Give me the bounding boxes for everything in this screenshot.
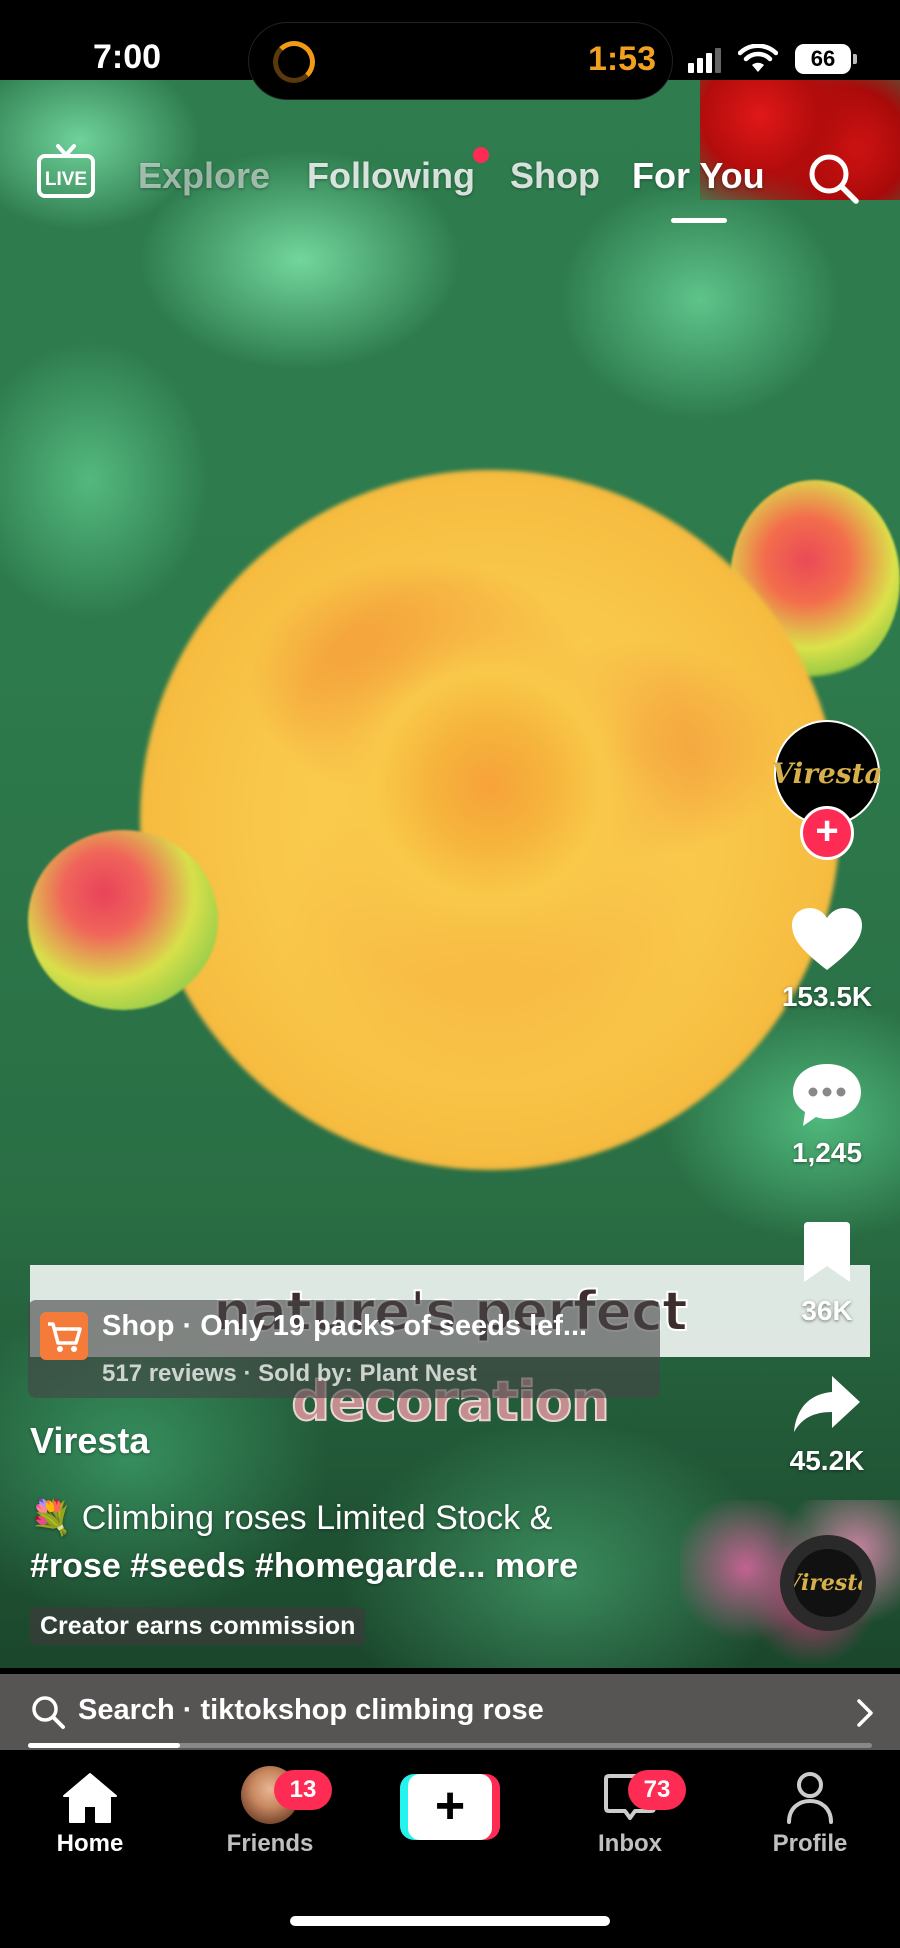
yellow-rose [140, 470, 840, 1170]
like-button[interactable]: 153.5K [760, 906, 894, 1013]
cellular-signal-icon [688, 48, 724, 73]
shopping-cart-icon [40, 1312, 88, 1360]
creator-commission-badge: Creator earns commission [30, 1607, 366, 1645]
friends-badge: 13 [274, 1770, 332, 1810]
timer-value: 1:53 [587, 40, 656, 78]
following-notification-dot [473, 147, 489, 163]
comment-button[interactable]: 1,245 [760, 1062, 894, 1169]
tab-explore[interactable]: Explore [138, 155, 270, 197]
create-button[interactable]: + [400, 1774, 500, 1840]
live-icon[interactable]: LIVE [36, 144, 96, 200]
music-disc[interactable]: Viresta [780, 1535, 876, 1631]
comment-icon [793, 1064, 861, 1126]
status-time: 7:00 [93, 38, 162, 76]
post-description[interactable]: 💐 Climbing roses Limited Stock & #rose #… [30, 1494, 730, 1590]
description-text: Climbing roses Limited Stock & [81, 1499, 553, 1537]
profile-icon [787, 1772, 833, 1824]
hashtags[interactable]: #rose #seeds #homegarde... [30, 1547, 485, 1585]
video-progress-fill [28, 1743, 180, 1748]
nav-home-label: Home [56, 1830, 124, 1857]
wifi-icon [738, 44, 778, 72]
dynamic-island[interactable]: 1:53 [248, 22, 673, 100]
live-label: LIVE [45, 169, 87, 190]
heart-icon [792, 908, 862, 970]
bookmark-icon [804, 1222, 850, 1282]
save-count: 36K [801, 1295, 853, 1326]
save-button[interactable]: 36K [760, 1220, 894, 1327]
rose-bud-left [28, 830, 218, 1010]
related-search-label: Search · tiktokshop climbing rose [78, 1694, 544, 1726]
nav-inbox[interactable]: Inbox 73 [560, 1766, 700, 1858]
nav-friends[interactable]: Friends 13 [200, 1766, 340, 1858]
tab-following[interactable]: Following [307, 155, 475, 197]
more-link[interactable]: more [495, 1547, 578, 1585]
music-disc-label: Viresta [784, 1570, 872, 1596]
nav-profile[interactable]: Profile [740, 1766, 880, 1858]
nav-home[interactable]: Home [20, 1766, 160, 1858]
share-button[interactable]: 45.2K [760, 1374, 894, 1477]
bouquet-emoji: 💐 [30, 1499, 73, 1537]
tab-for-you[interactable]: For You [632, 155, 765, 197]
shop-product-anchor[interactable]: Shop · Only 19 packs of seeds lef... 517… [28, 1300, 660, 1398]
share-icon [794, 1376, 860, 1432]
search-icon[interactable] [805, 150, 861, 206]
like-count: 153.5K [781, 981, 873, 1012]
shop-anchor-title: Shop · Only 19 packs of seeds lef... [102, 1310, 588, 1342]
inbox-badge: 73 [628, 1770, 686, 1810]
chevron-right-icon [857, 1699, 873, 1727]
tab-shop[interactable]: Shop [510, 155, 600, 197]
home-icon [63, 1773, 117, 1823]
comment-count: 1,245 [791, 1137, 863, 1168]
share-count: 45.2K [789, 1445, 865, 1476]
timer-icon [273, 41, 315, 83]
related-search-bar[interactable]: Search · tiktokshop climbing rose [0, 1674, 900, 1750]
home-indicator [290, 1916, 610, 1926]
follow-button[interactable]: + [800, 806, 854, 860]
nav-friends-label: Friends [226, 1830, 314, 1857]
active-tab-indicator [671, 218, 727, 223]
search-icon [32, 1696, 65, 1729]
shop-anchor-subtitle: 517 reviews · Sold by: Plant Nest [102, 1360, 477, 1387]
creator-username[interactable]: Viresta [30, 1420, 149, 1462]
battery-icon: 66 [795, 44, 857, 74]
nav-inbox-label: Inbox [598, 1830, 662, 1857]
video-progress-bar[interactable] [28, 1743, 872, 1748]
avatar-logo-text: Viresta [771, 756, 883, 790]
plus-icon: + [408, 1774, 492, 1840]
nav-profile-label: Profile [772, 1830, 848, 1857]
